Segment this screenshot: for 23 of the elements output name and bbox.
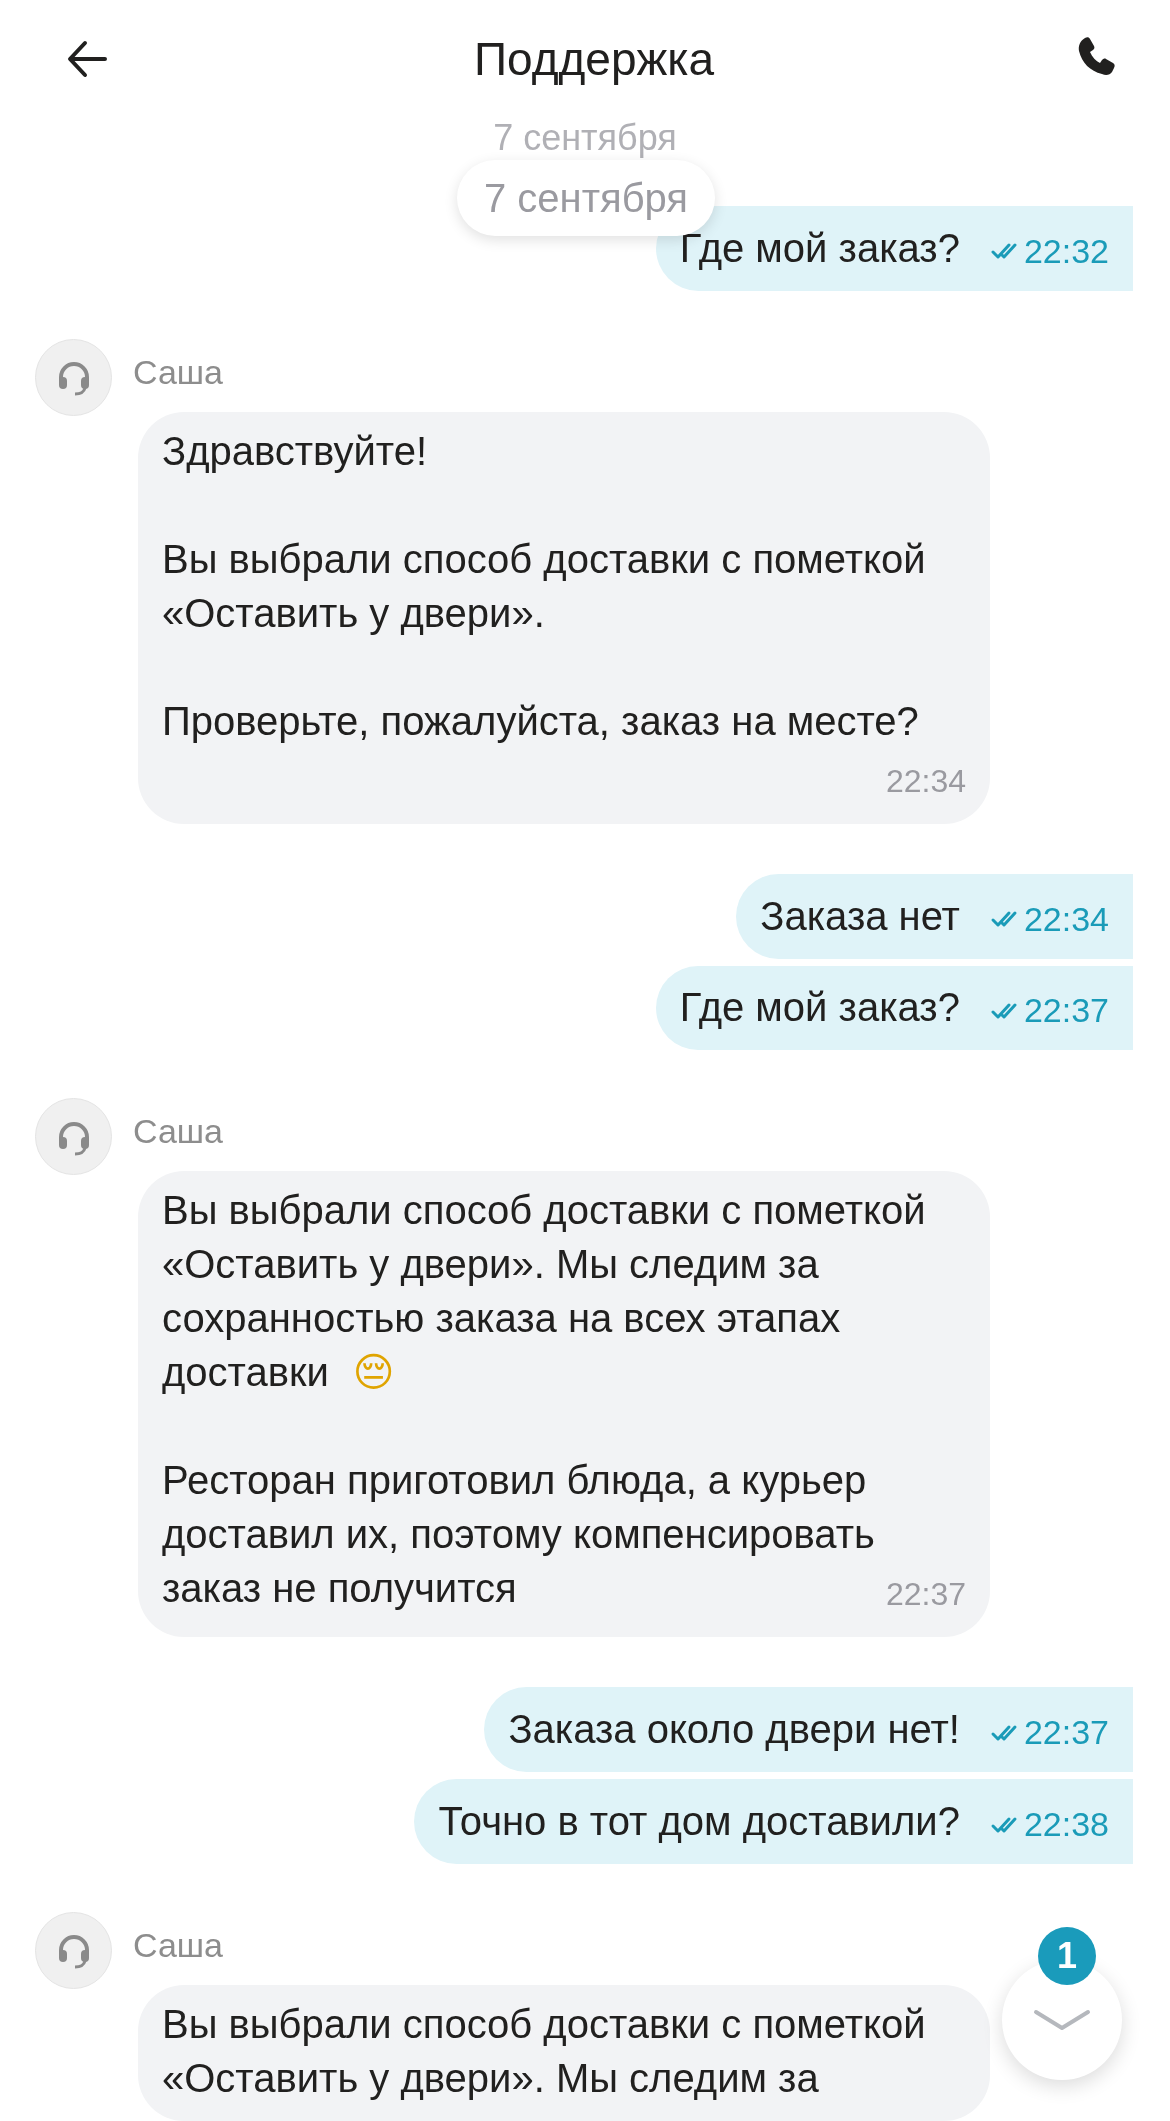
screen-title: Поддержка	[474, 32, 714, 86]
message-text: Где мой заказ?	[679, 985, 960, 1031]
sender-name: Саша	[133, 1926, 224, 1965]
message-time: 22:34	[1023, 899, 1109, 939]
message-text: Вы выбрали способ доставки с пометкой «Оставить у двери».	[162, 535, 927, 637]
message-text: Проверьте, пожалуйста, заказ на месте?	[162, 698, 919, 743]
message-text: Вы выбрали способ доставки с пометкой «Оставить у двери». Мы следим за сохранностью заказа на всех этапах доставки 😔	[162, 1188, 926, 1395]
message-text: Заказа нет	[760, 893, 960, 939]
message-time: 22:37	[885, 1575, 966, 1615]
message-time: 22:32	[1023, 231, 1109, 271]
date-label: 7 сентября	[493, 118, 677, 158]
unread-badge: 1	[1038, 1927, 1096, 1985]
message-time: 22:37	[1023, 1713, 1109, 1753]
message-text: Вы выбрали способ доставки с пометкой «Оставить у двери». Мы следим за	[162, 2001, 927, 2102]
message-time: 22:38	[1023, 1805, 1109, 1845]
message-time: 22:34	[885, 761, 966, 801]
message-time: 22:37	[1023, 991, 1109, 1031]
sender-name: Саша	[133, 1112, 224, 1152]
message-text: Точно в тот дом доставили?	[438, 1799, 960, 1845]
sender-name: Саша	[133, 352, 224, 392]
message-text: Заказа около двери нет!	[508, 1707, 960, 1753]
message-text: Ресторан приготовил блюда, а курьер доставил их, поэтому компенсировать заказ не получится	[162, 1458, 875, 1611]
message-text: Здравствуйте!	[162, 427, 429, 475]
